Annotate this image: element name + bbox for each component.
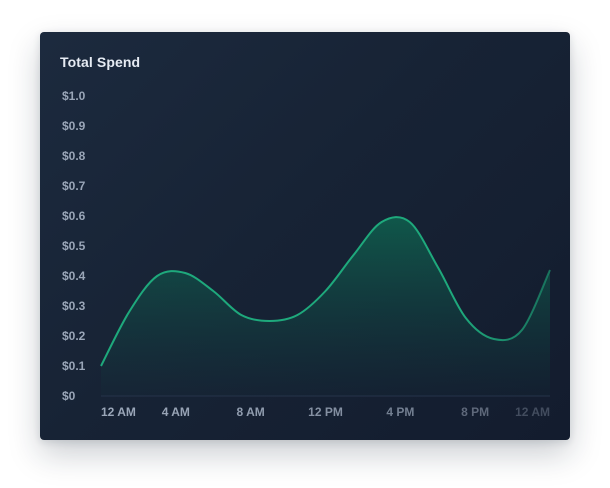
chart-card: Total Spend $0 $0.1 $0.2 $0.3 $0.4 $0.5 $0.6 $0… (40, 32, 570, 440)
x-tick-label: 4 PM (386, 405, 414, 419)
x-tick-label: 8 AM (237, 405, 265, 419)
y-tick-label: $0 (62, 389, 76, 403)
x-tick-label: 8 PM (461, 405, 489, 419)
y-tick-label: $0.8 (62, 149, 86, 163)
y-tick-label: $0.9 (62, 119, 86, 133)
area-fill (101, 217, 550, 396)
x-tick-label: 12 AM (101, 405, 136, 419)
y-tick-label: $0.2 (62, 329, 86, 343)
y-tick-label: $0.3 (62, 299, 86, 313)
x-tick-label: 4 AM (162, 405, 190, 419)
y-tick-label: $0.7 (62, 179, 86, 193)
y-tick-label: $0.1 (62, 359, 86, 373)
x-tick-label: 12 AM (515, 405, 550, 419)
y-tick-label: $0.5 (62, 239, 86, 253)
y-tick-label: $1.0 (62, 89, 86, 103)
y-tick-label: $0.6 (62, 209, 86, 223)
x-tick-label: 12 PM (308, 405, 343, 419)
y-tick-label: $0.4 (62, 269, 86, 283)
spend-area-chart: $0 $0.1 $0.2 $0.3 $0.4 $0.5 $0.6 $0.7 $0.8 $0.9 $1… (62, 89, 551, 419)
